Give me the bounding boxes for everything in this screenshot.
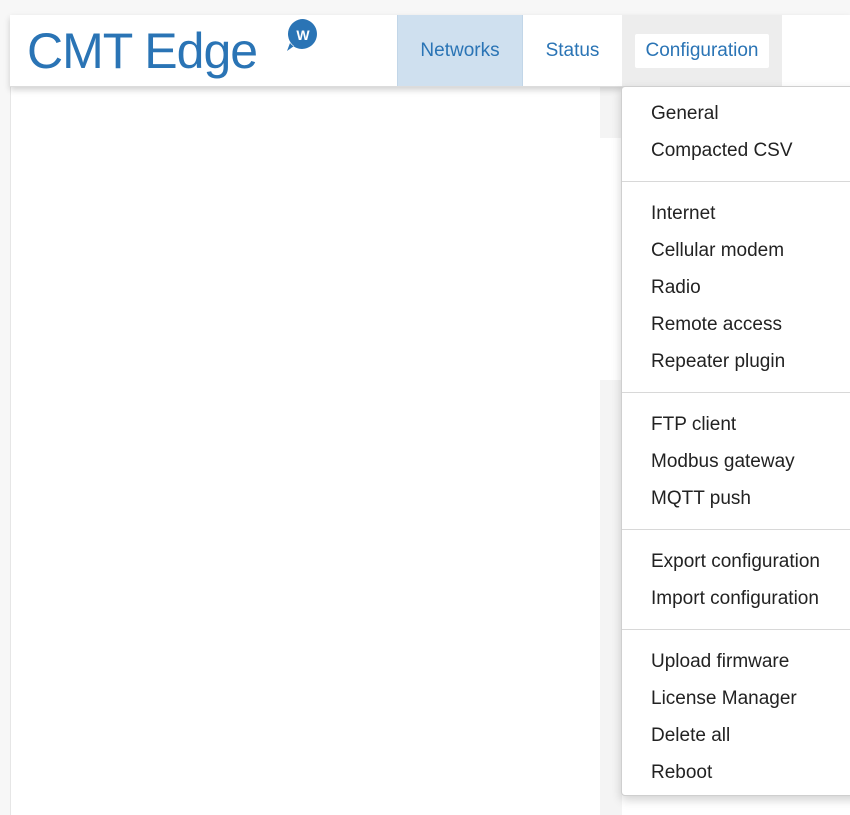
menu-group: FTP client Modbus gateway MQTT push (622, 406, 850, 517)
menu-item-compacted-csv[interactable]: Compacted CSV (622, 132, 850, 169)
menu-item-ftp-client[interactable]: FTP client (622, 406, 850, 443)
nav-tab-configuration[interactable]: Configuration (622, 15, 782, 86)
menu-item-repeater-plugin[interactable]: Repeater plugin (622, 343, 850, 380)
menu-item-import-configuration[interactable]: Import configuration (622, 580, 850, 617)
menu-item-remote-access[interactable]: Remote access (622, 306, 850, 343)
background-panel-edge (600, 380, 622, 815)
nav-tab-status[interactable]: Status (523, 15, 622, 86)
menu-item-modbus-gateway[interactable]: Modbus gateway (622, 443, 850, 480)
configuration-dropdown-menu: General Compacted CSV Internet Cellular … (621, 86, 850, 796)
menu-item-reboot[interactable]: Reboot (622, 754, 850, 791)
menu-item-cellular-modem[interactable]: Cellular modem (622, 232, 850, 269)
menu-item-delete-all[interactable]: Delete all (622, 717, 850, 754)
menu-item-export-configuration[interactable]: Export configuration (622, 543, 850, 580)
menu-divider (622, 181, 850, 182)
nav-tab-label: Status (545, 39, 600, 61)
menu-item-general[interactable]: General (622, 95, 850, 132)
menu-item-license-manager[interactable]: License Manager (622, 680, 850, 717)
menu-item-upload-firmware[interactable]: Upload firmware (622, 643, 850, 680)
menu-group: Internet Cellular modem Radio Remote acc… (622, 195, 850, 380)
nav-tab-label: Configuration (635, 33, 769, 68)
menu-group: Export configuration Import configuratio… (622, 543, 850, 617)
main-nav: Networks Status Configuration (397, 15, 782, 86)
menu-item-radio[interactable]: Radio (622, 269, 850, 306)
page: CMT Edge W Networks Status Configuration… (0, 0, 850, 815)
brand-link[interactable]: CMT Edge W (27, 18, 317, 84)
nav-tab-networks[interactable]: Networks (397, 15, 523, 86)
menu-group: General Compacted CSV (622, 95, 850, 169)
nav-tab-label: Networks (420, 39, 500, 61)
top-navbar: CMT Edge W Networks Status Configuration (10, 15, 850, 87)
brand-logo-letter: W (296, 27, 310, 43)
menu-divider (622, 629, 850, 630)
menu-group: Upload firmware License Manager Delete a… (622, 643, 850, 791)
menu-divider (622, 392, 850, 393)
brand-name: CMT Edge (27, 23, 258, 79)
menu-item-internet[interactable]: Internet (622, 195, 850, 232)
background-panel-edge (600, 86, 622, 138)
menu-divider (622, 529, 850, 530)
brand-logo-icon: W (287, 19, 317, 51)
menu-item-mqtt-push[interactable]: MQTT push (622, 480, 850, 517)
